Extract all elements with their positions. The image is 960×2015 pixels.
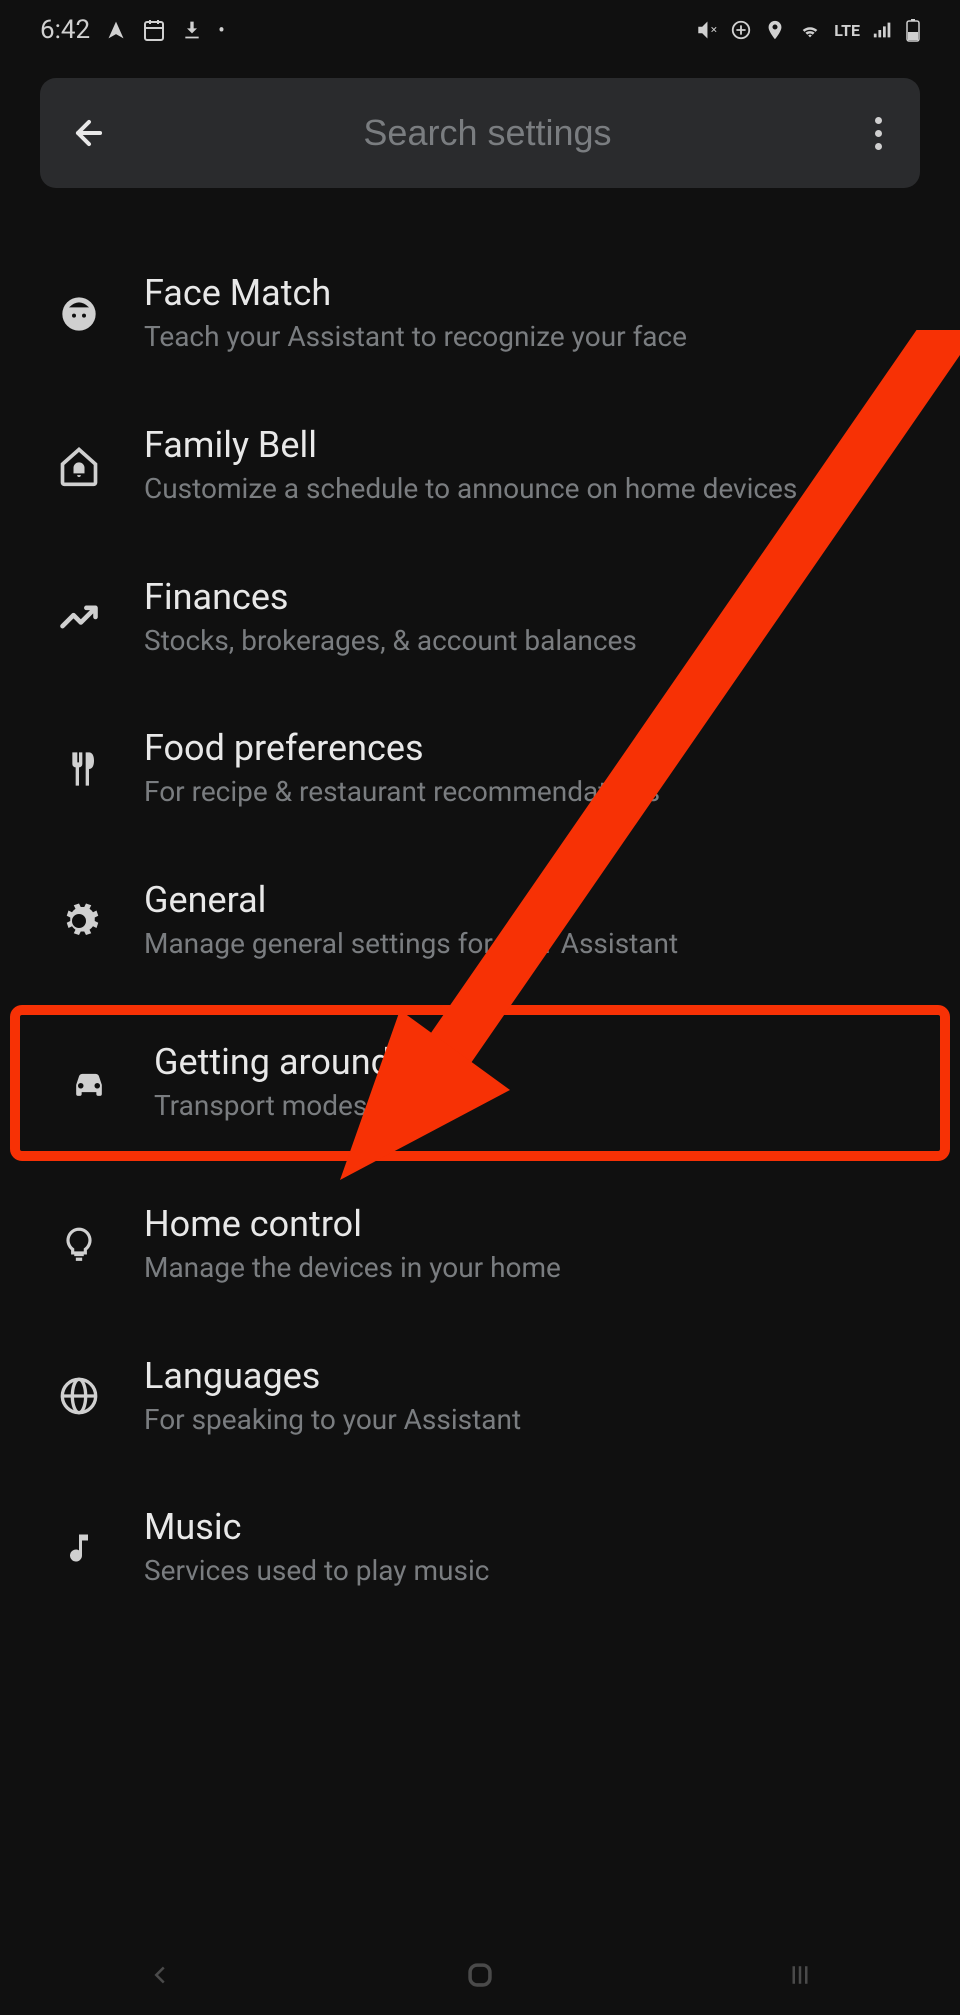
item-subtitle: Teach your Assistant to recognize your f… (144, 318, 920, 356)
settings-item-finances[interactable]: Finances Stocks, brokerages, & account b… (0, 542, 960, 694)
car-icon (64, 1058, 114, 1108)
item-subtitle: Customize a schedule to announce on home… (144, 470, 920, 508)
item-subtitle: Stocks, brokerages, & account balances (144, 622, 920, 660)
lte-indicator: LTE (834, 21, 860, 40)
back-button[interactable] (70, 114, 108, 152)
wifi-icon (798, 19, 822, 41)
restaurant-icon (54, 744, 104, 794)
item-title: General (144, 879, 920, 921)
item-subtitle: For speaking to your Assistant (144, 1401, 920, 1439)
nav-recents-button[interactable] (770, 1955, 830, 1995)
item-subtitle: Manage the devices in your home (144, 1249, 920, 1287)
face-icon (54, 289, 104, 339)
settings-item-family-bell[interactable]: Family Bell Customize a schedule to anno… (0, 390, 960, 542)
item-title: Music (144, 1506, 920, 1548)
settings-item-general[interactable]: General Manage general settings for your… (0, 845, 960, 997)
nav-home-button[interactable] (450, 1955, 510, 1995)
item-title: Getting around (154, 1041, 910, 1083)
globe-icon (54, 1371, 104, 1421)
item-title: Face Match (144, 272, 920, 314)
more-menu-button[interactable] (867, 109, 890, 158)
item-title: Food preferences (144, 727, 920, 769)
calendar-icon (142, 18, 166, 42)
settings-item-face-match[interactable]: Face Match Teach your Assistant to recog… (0, 238, 960, 390)
nav-back-button[interactable] (130, 1955, 190, 1995)
settings-item-getting-around[interactable]: Getting around Transport modes (10, 1005, 950, 1161)
data-saver-icon (730, 19, 752, 41)
settings-item-home-control[interactable]: Home control Manage the devices in your … (0, 1169, 960, 1321)
search-header (40, 78, 920, 188)
battery-icon (906, 18, 920, 42)
music-note-icon (54, 1523, 104, 1573)
item-title: Languages (144, 1355, 920, 1397)
trending-icon (54, 592, 104, 642)
dot-icon: • (218, 18, 225, 42)
navigation-bar (0, 1935, 960, 2015)
item-subtitle: For recipe & restaurant recommendations (144, 773, 920, 811)
search-input[interactable] (138, 112, 837, 154)
item-title: Family Bell (144, 424, 920, 466)
status-time: 6:42 (40, 15, 90, 45)
status-right: LTE (696, 18, 920, 42)
bulb-icon (54, 1220, 104, 1270)
item-subtitle: Services used to play music (144, 1552, 920, 1590)
home-bell-icon (54, 441, 104, 491)
settings-item-languages[interactable]: Languages For speaking to your Assistant (0, 1321, 960, 1473)
gear-icon (54, 896, 104, 946)
mute-icon (696, 19, 718, 41)
status-bar: 6:42 • LTE (0, 0, 960, 60)
signal-icon (872, 19, 894, 41)
status-left: 6:42 • (40, 15, 225, 45)
item-title: Finances (144, 576, 920, 618)
item-subtitle: Manage general settings for your Assista… (144, 925, 920, 963)
download-icon (182, 20, 202, 40)
settings-item-food[interactable]: Food preferences For recipe & restaurant… (0, 693, 960, 845)
location-icon (764, 19, 786, 41)
nav-arrow-icon (106, 20, 126, 40)
settings-list: Face Match Teach your Assistant to recog… (0, 238, 960, 1624)
item-subtitle: Transport modes (154, 1087, 910, 1125)
item-title: Home control (144, 1203, 920, 1245)
settings-item-music[interactable]: Music Services used to play music (0, 1472, 960, 1624)
